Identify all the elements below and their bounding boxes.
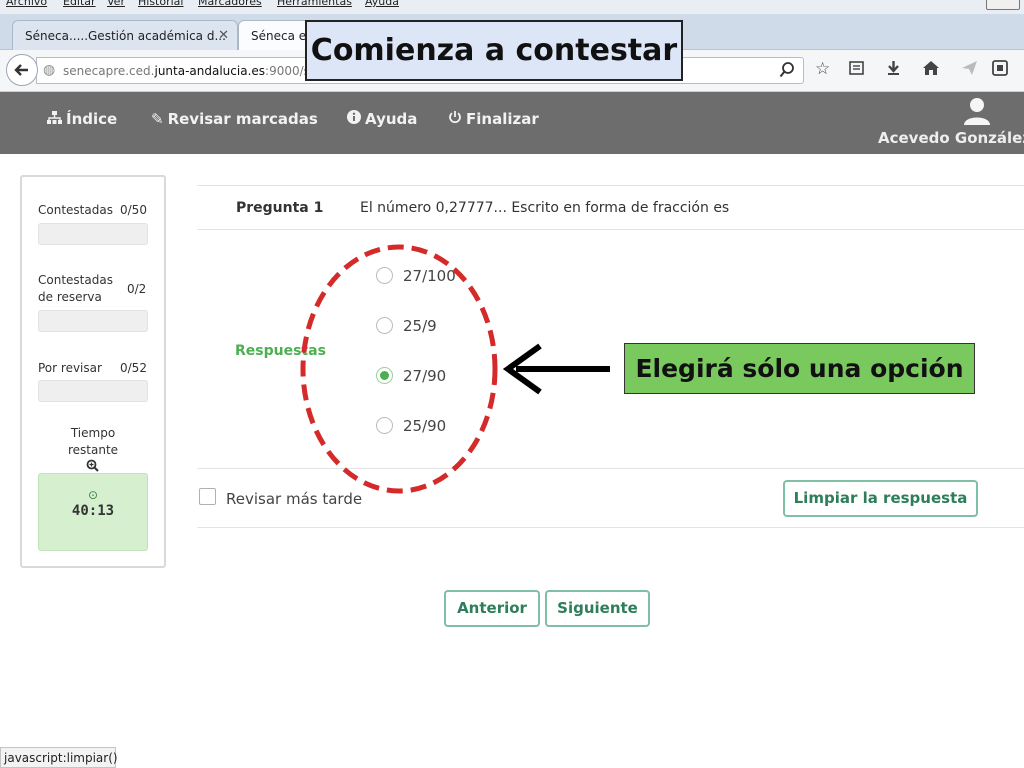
- browser-menubar: Archivo Editar Ver Historial Marcadores …: [0, 0, 1024, 14]
- callout-note: Elegirá sólo una opción: [624, 343, 975, 394]
- timer-value: 40:13: [71, 503, 115, 519]
- progress-sidebar: Contestadas 0/50 Contestadas de reserva …: [20, 175, 166, 568]
- home-icon[interactable]: [922, 59, 940, 81]
- divider: [197, 229, 1024, 230]
- menu-marcadores[interactable]: Marcadores: [198, 0, 262, 8]
- question-label: Pregunta 1: [236, 200, 324, 216]
- menu-ayuda[interactable]: Ayuda: [365, 0, 399, 8]
- menu-archivo[interactable]: Archivo: [6, 0, 47, 8]
- app-header: Índice ✎ Revisar marcadas Ayuda Finalizar…: [0, 92, 1024, 154]
- download-icon[interactable]: [885, 59, 902, 81]
- time-label-line2: restante: [67, 443, 119, 457]
- divider: [197, 527, 1024, 528]
- answered-value: 0/50: [120, 203, 147, 217]
- url-text: senecapre.ced.junta-andalucia.es:9000/se…: [63, 64, 325, 78]
- question-text: El número 0,27777... Escrito en forma de…: [360, 200, 730, 216]
- user-icon[interactable]: [962, 96, 992, 126]
- clear-answer-button[interactable]: Limpiar la respuesta: [783, 480, 978, 517]
- nav-finalizar[interactable]: Finalizar: [448, 110, 539, 128]
- window-restore-button[interactable]: [986, 0, 1020, 10]
- power-icon: [448, 110, 462, 128]
- clock-icon: ⊙: [87, 488, 99, 502]
- nav-indice[interactable]: Índice: [47, 110, 117, 128]
- search-icon[interactable]: [779, 61, 795, 83]
- close-icon[interactable]: ✕: [218, 28, 229, 43]
- next-button[interactable]: Siguiente: [545, 590, 650, 627]
- divider: [197, 185, 1024, 186]
- reserve-label-line1: Contestadas: [38, 273, 113, 287]
- review-progress-bar: [38, 380, 148, 402]
- globe-icon: ◍: [43, 62, 56, 78]
- star-icon[interactable]: ☆: [815, 59, 830, 79]
- user-name[interactable]: Acevedo González: [878, 129, 1024, 147]
- reserve-value: 0/2: [127, 282, 147, 296]
- menu-herramientas[interactable]: Herramientas: [277, 0, 352, 8]
- previous-button[interactable]: Anterior: [444, 590, 540, 627]
- browser-status-bar: javascript:limpiar(): [0, 747, 118, 768]
- answered-progress-bar: [38, 223, 148, 245]
- reserve-label-line2: de reserva: [38, 290, 102, 304]
- nav-ayuda[interactable]: Ayuda: [347, 110, 417, 128]
- reading-list-icon[interactable]: [848, 59, 865, 81]
- review-label: Por revisar: [38, 361, 102, 375]
- arrow-left-icon: [502, 343, 610, 395]
- screenshot-icon[interactable]: [991, 59, 1009, 82]
- callout-title: Comienza a contestar: [305, 20, 683, 81]
- time-label-line1: Tiempo: [70, 426, 116, 440]
- menu-ver[interactable]: Ver: [107, 0, 125, 8]
- pencil-icon: ✎: [151, 110, 164, 128]
- tab-title: Séneca ex: [251, 29, 314, 43]
- tab-title: Séneca.....Gestión académica d...: [25, 29, 226, 43]
- nav-revisar-marcadas[interactable]: ✎ Revisar marcadas: [151, 110, 318, 128]
- highlight-ellipse: [300, 244, 498, 494]
- back-button[interactable]: [6, 54, 38, 86]
- info-icon: [347, 110, 361, 128]
- menu-editar[interactable]: Editar: [63, 0, 96, 8]
- menu-historial[interactable]: Historial: [138, 0, 183, 8]
- review-value: 0/52: [120, 361, 147, 375]
- answered-label: Contestadas: [38, 203, 113, 217]
- review-later-checkbox[interactable]: [199, 488, 216, 505]
- timer-box: ⊙ 40:13: [38, 473, 148, 551]
- browser-tab-gestion[interactable]: Séneca.....Gestión académica d... ✕: [12, 20, 238, 50]
- sitemap-icon: [47, 110, 62, 128]
- reserve-progress-bar: [38, 310, 148, 332]
- send-icon[interactable]: [961, 59, 978, 81]
